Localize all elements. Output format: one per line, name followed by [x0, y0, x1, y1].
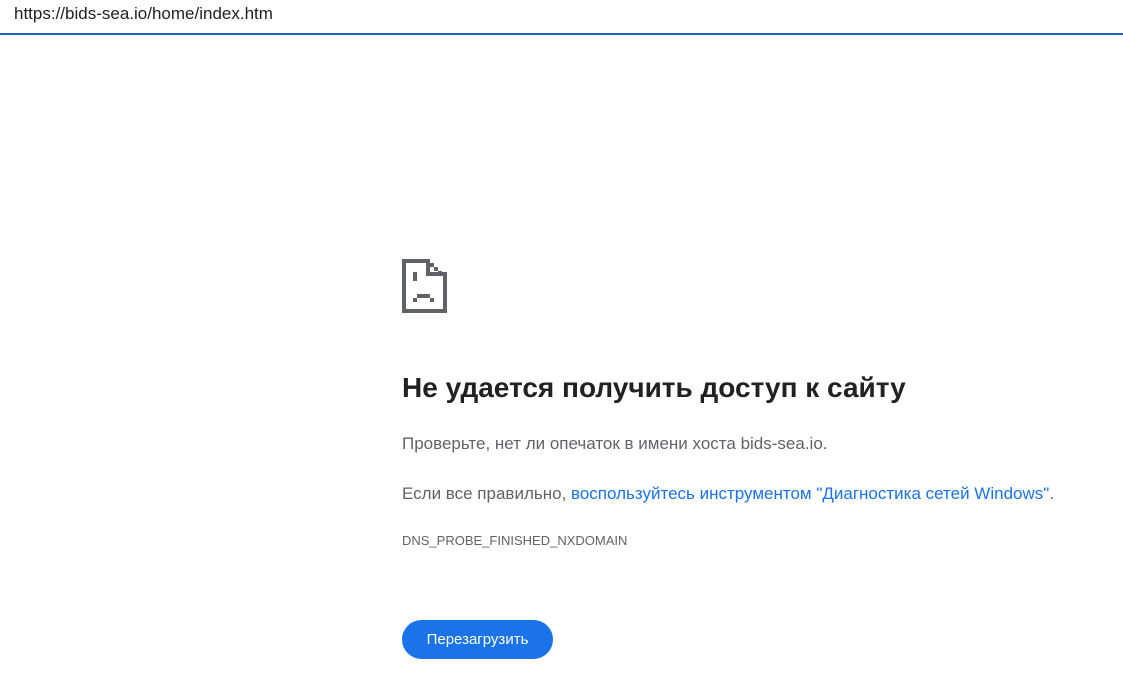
- diagnostics-prefix: Если все правильно,: [402, 484, 572, 503]
- network-diagnostics-link[interactable]: воспользуйтесь инструментом "Диагностика…: [571, 484, 1049, 503]
- reload-button[interactable]: Перезагрузить: [402, 620, 553, 659]
- diagnostics-suffix: .: [1049, 484, 1055, 503]
- url-input[interactable]: https://bids-sea.io/home/index.htm: [14, 4, 273, 24]
- diagnostics-text: Если все правильно, воспользуйтесь инстр…: [402, 484, 1054, 504]
- sad-document-icon: [402, 259, 447, 313]
- address-bar[interactable]: https://bids-sea.io/home/index.htm: [0, 0, 1123, 35]
- error-title: Не удается получить доступ к сайту: [402, 372, 906, 403]
- error-code: DNS_PROBE_FINISHED_NXDOMAIN: [402, 533, 628, 548]
- check-hostname-text: Проверьте, нет ли опечаток в имени хоста…: [402, 434, 828, 453]
